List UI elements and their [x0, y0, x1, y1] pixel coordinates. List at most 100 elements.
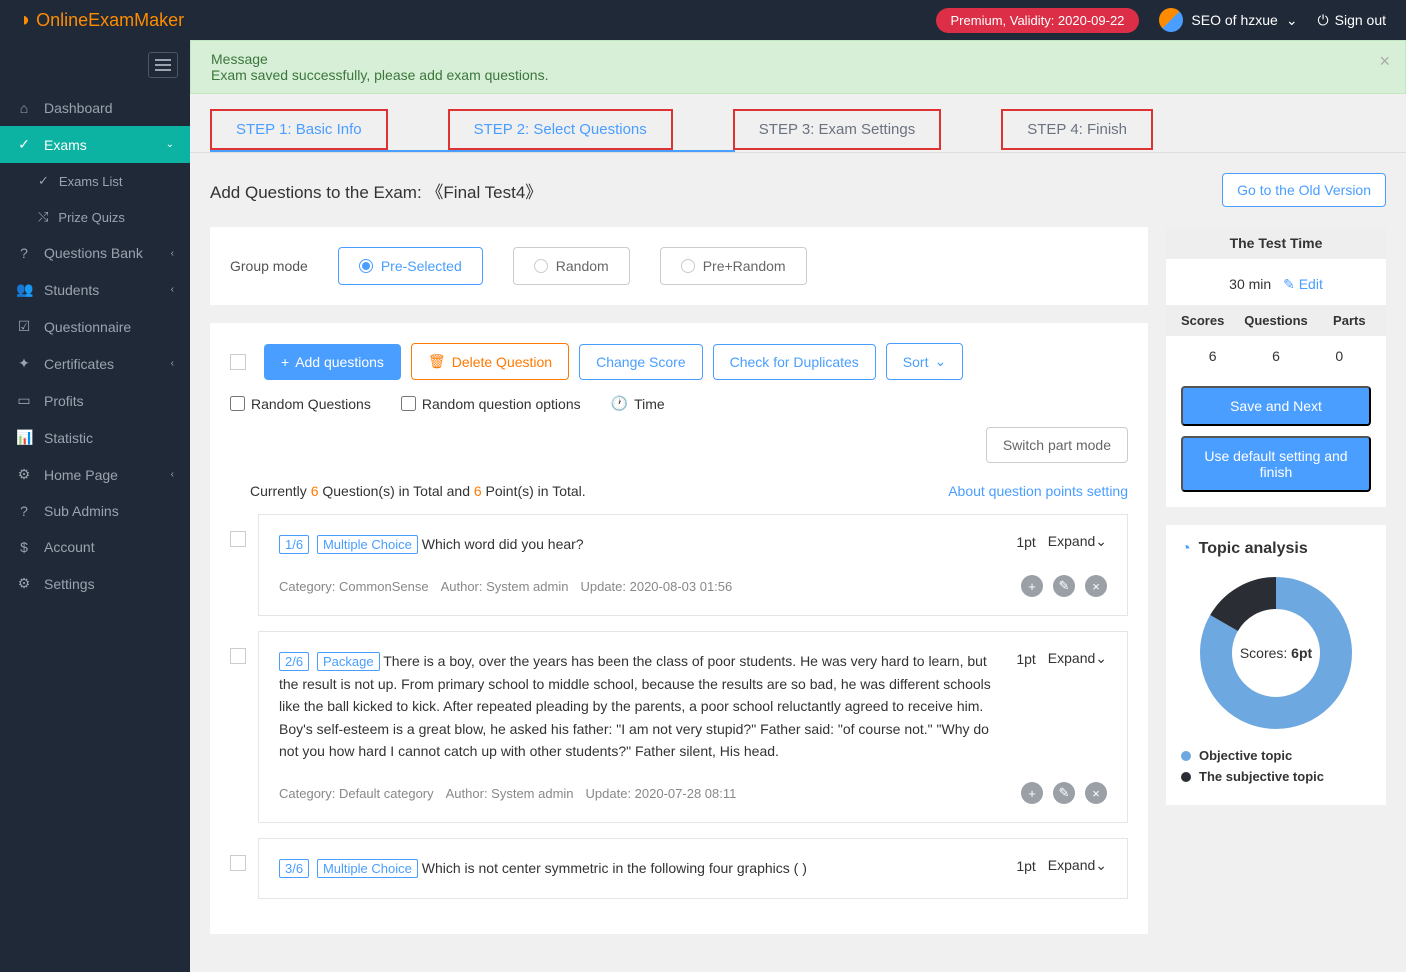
chevron-down-icon: ⌄ [1286, 12, 1298, 29]
certificate-icon: ✦ [16, 355, 32, 372]
message-title: Message [211, 51, 1385, 67]
card-icon: ▭ [16, 392, 32, 409]
old-version-button[interactable]: Go to the Old Version [1222, 173, 1386, 207]
sidebar-item-questionnaire[interactable]: ☑ Questionnaire [0, 308, 190, 345]
question-checkbox[interactable] [230, 648, 246, 664]
legend-dot-icon [1181, 772, 1191, 782]
question-icon: ? [16, 245, 32, 261]
stats-questions-header: Questions [1239, 313, 1312, 328]
tab-step4[interactable]: STEP 4: Finish [1001, 109, 1153, 150]
check-duplicates-button[interactable]: Check for Duplicates [713, 344, 876, 380]
add-icon[interactable]: + [1021, 782, 1043, 804]
question-checkbox[interactable] [230, 531, 246, 547]
donut-center-label: Scores: 6pt [1240, 645, 1312, 661]
edit-icon[interactable]: ✎ [1053, 575, 1075, 597]
expand-button[interactable]: Expand⌄ [1048, 650, 1107, 667]
tab-step3[interactable]: STEP 3: Exam Settings [733, 109, 941, 150]
sort-button[interactable]: Sort ⌄ [886, 343, 963, 380]
sidebar-item-dashboard[interactable]: ⌂ Dashboard [0, 90, 190, 126]
random-options-checkbox[interactable]: Random question options [401, 396, 581, 412]
topbar-right: Premium, Validity: 2020-09-22 SEO of hzx… [936, 8, 1386, 33]
main-content: Message Exam saved successfully, please … [190, 40, 1406, 972]
user-menu[interactable]: SEO of hzxue ⌄ [1159, 8, 1297, 32]
sidebar-item-home-page[interactable]: ⚙ Home Page ‹ [0, 456, 190, 493]
add-questions-button[interactable]: + Add questions [264, 344, 401, 380]
edit-icon[interactable]: ✎ [1053, 782, 1075, 804]
signout-button[interactable]: ⏻ Sign out [1318, 12, 1386, 29]
edit-time-link[interactable]: ✎ Edit [1283, 276, 1323, 292]
add-icon[interactable]: + [1021, 575, 1043, 597]
sidebar-item-label: Students [44, 282, 99, 298]
expand-button[interactable]: Expand⌄ [1048, 533, 1107, 550]
question-checkbox[interactable] [230, 855, 246, 871]
radio-label: Pre+Random [703, 258, 786, 274]
sidebar-item-account[interactable]: $ Account [0, 529, 190, 565]
pie-icon: ◔ [1181, 540, 1191, 558]
pencil-icon: ✎ [1283, 276, 1295, 292]
steps-tabs: STEP 1: Basic Info STEP 2: Select Questi… [190, 94, 1406, 150]
stats-scores-value: 6 [1181, 348, 1244, 364]
expand-button[interactable]: Expand⌄ [1048, 857, 1107, 874]
sidebar-item-statistic[interactable]: 📊 Statistic [0, 419, 190, 456]
sidebar-subitem-label: Prize Quizs [58, 210, 124, 225]
checkbox-input[interactable] [230, 396, 245, 411]
question-number: 1/6 [279, 535, 309, 554]
question-points: 1pt [1016, 651, 1035, 667]
tab-step1[interactable]: STEP 1: Basic Info [210, 109, 388, 150]
trash-icon: 🗑 [428, 353, 446, 370]
use-default-button[interactable]: Use default setting and finish [1181, 436, 1371, 492]
save-and-next-button[interactable]: Save and Next [1181, 386, 1371, 426]
time-option[interactable]: 🕐 Time [611, 395, 665, 412]
sidebar-subitem-exams-list[interactable]: ✓ Exams List [0, 163, 190, 199]
checkbox-icon: ☑ [16, 318, 32, 335]
logo[interactable]: ◗ OnlineExamMaker [20, 9, 184, 32]
select-all-checkbox[interactable] [230, 354, 246, 370]
chart-legend: Objective topic The subjective topic [1181, 748, 1371, 784]
radio-random[interactable]: Random [513, 247, 630, 285]
close-icon[interactable]: × [1379, 51, 1390, 72]
edit-label: Edit [1299, 276, 1323, 292]
chevron-left-icon: ‹ [171, 284, 174, 295]
group-mode-panel: Group mode Pre-Selected Random [210, 227, 1148, 305]
sidebar-item-sub-admins[interactable]: ? Sub Admins [0, 493, 190, 529]
avatar [1159, 8, 1183, 32]
dollar-icon: $ [16, 539, 32, 555]
stats-scores-header: Scores [1166, 313, 1239, 328]
random-questions-checkbox[interactable]: Random Questions [230, 396, 371, 412]
about-points-link[interactable]: About question points setting [948, 483, 1128, 499]
sidebar-item-profits[interactable]: ▭ Profits [0, 382, 190, 419]
chevron-down-icon: ⌄ [934, 353, 946, 370]
tab-step2[interactable]: STEP 2: Select Questions [448, 109, 673, 150]
power-icon: ⏻ [1318, 12, 1329, 29]
user-name: SEO of hzxue [1191, 12, 1277, 28]
delete-icon[interactable]: × [1085, 782, 1107, 804]
switch-part-mode-button[interactable]: Switch part mode [986, 427, 1128, 463]
logo-icon: ◗ [20, 9, 32, 32]
question-category: Category: CommonSense [279, 579, 429, 594]
button-label: Delete Question [452, 354, 552, 370]
sidebar-subitem-prize-quizs[interactable]: ⤭ Prize Quizs [0, 199, 190, 235]
change-score-button[interactable]: Change Score [579, 344, 703, 380]
sidebar-item-questions-bank[interactable]: ? Questions Bank ‹ [0, 235, 190, 271]
donut-chart: Scores: 6pt [1196, 573, 1356, 733]
radio-pre-random[interactable]: Pre+Random [660, 247, 807, 285]
sidebar-item-certificates[interactable]: ✦ Certificates ‹ [0, 345, 190, 382]
sidebar: ⌂ Dashboard ✓ Exams ⌄ ✓ Exams List ⤭ Pri… [0, 40, 190, 972]
delete-question-button[interactable]: 🗑 Delete Question [411, 343, 569, 380]
sidebar-item-students[interactable]: 👥 Students ‹ [0, 271, 190, 308]
delete-icon[interactable]: × [1085, 575, 1107, 597]
sidebar-item-settings[interactable]: ⚙ Settings [0, 565, 190, 602]
logo-text: OnlineExamMaker [36, 10, 184, 31]
sidebar-item-exams[interactable]: ✓ Exams ⌄ [0, 126, 190, 163]
radio-pre-selected[interactable]: Pre-Selected [338, 247, 483, 285]
chevron-down-icon: ⌄ [1095, 857, 1107, 873]
question-author: Author: System admin [446, 786, 574, 801]
toolbar: + Add questions 🗑 Delete Question Change… [230, 343, 1128, 380]
question-points: 1pt [1016, 534, 1035, 550]
checkbox-label: Random Questions [251, 396, 371, 412]
radio-label: Pre-Selected [381, 258, 462, 274]
checkbox-input[interactable] [401, 396, 416, 411]
sidebar-toggle[interactable] [0, 40, 190, 90]
question-icon: ? [16, 503, 32, 519]
sidebar-item-label: Profits [44, 393, 84, 409]
